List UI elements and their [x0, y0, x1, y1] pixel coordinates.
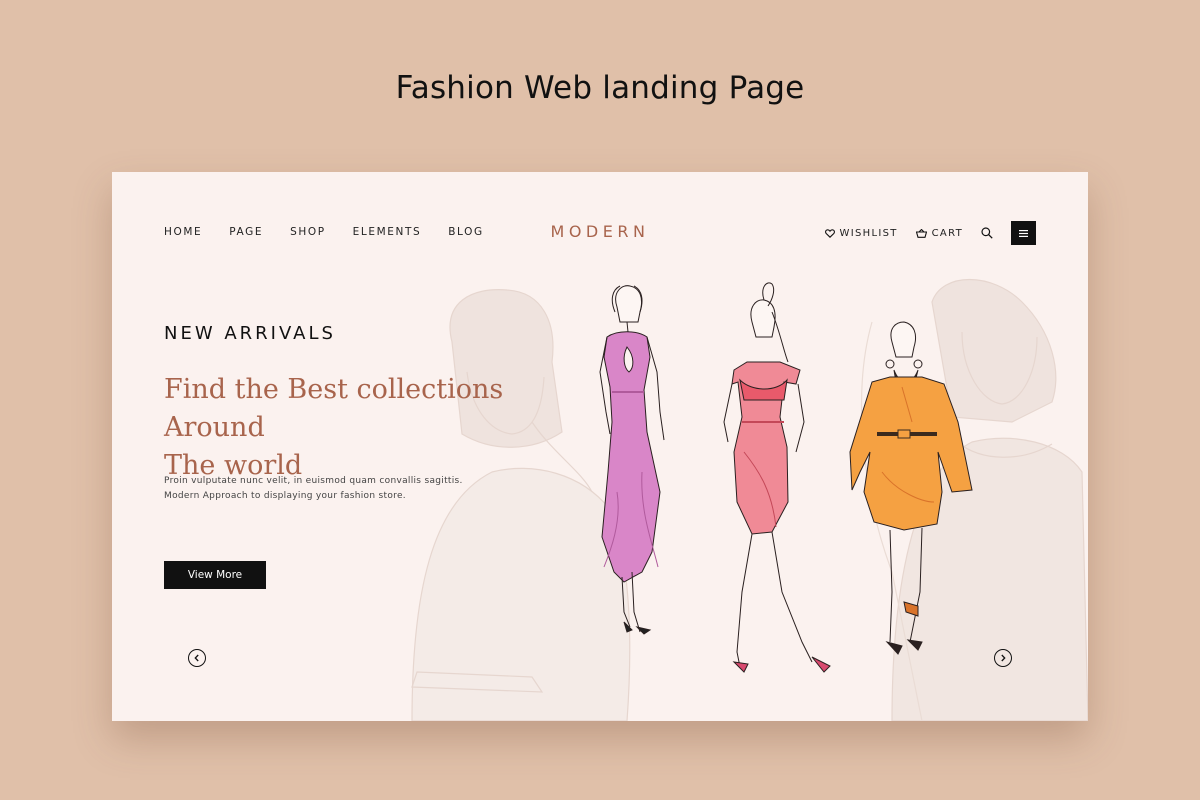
- landing-page-mockup: HOME PAGE SHOP ELEMENTS BLOG MODERN WISH…: [112, 172, 1088, 721]
- page-heading: Fashion Web landing Page: [395, 70, 805, 106]
- model-coral-dress: [723, 282, 831, 673]
- model-pink-gown: [599, 285, 665, 635]
- chevron-right-icon: [1001, 654, 1006, 662]
- fashion-models-illustration: [599, 282, 973, 673]
- model-orange-dress: [849, 321, 973, 655]
- carousel-prev-button[interactable]: [188, 649, 206, 667]
- carousel-next-button[interactable]: [994, 649, 1012, 667]
- chevron-left-icon: [194, 654, 199, 662]
